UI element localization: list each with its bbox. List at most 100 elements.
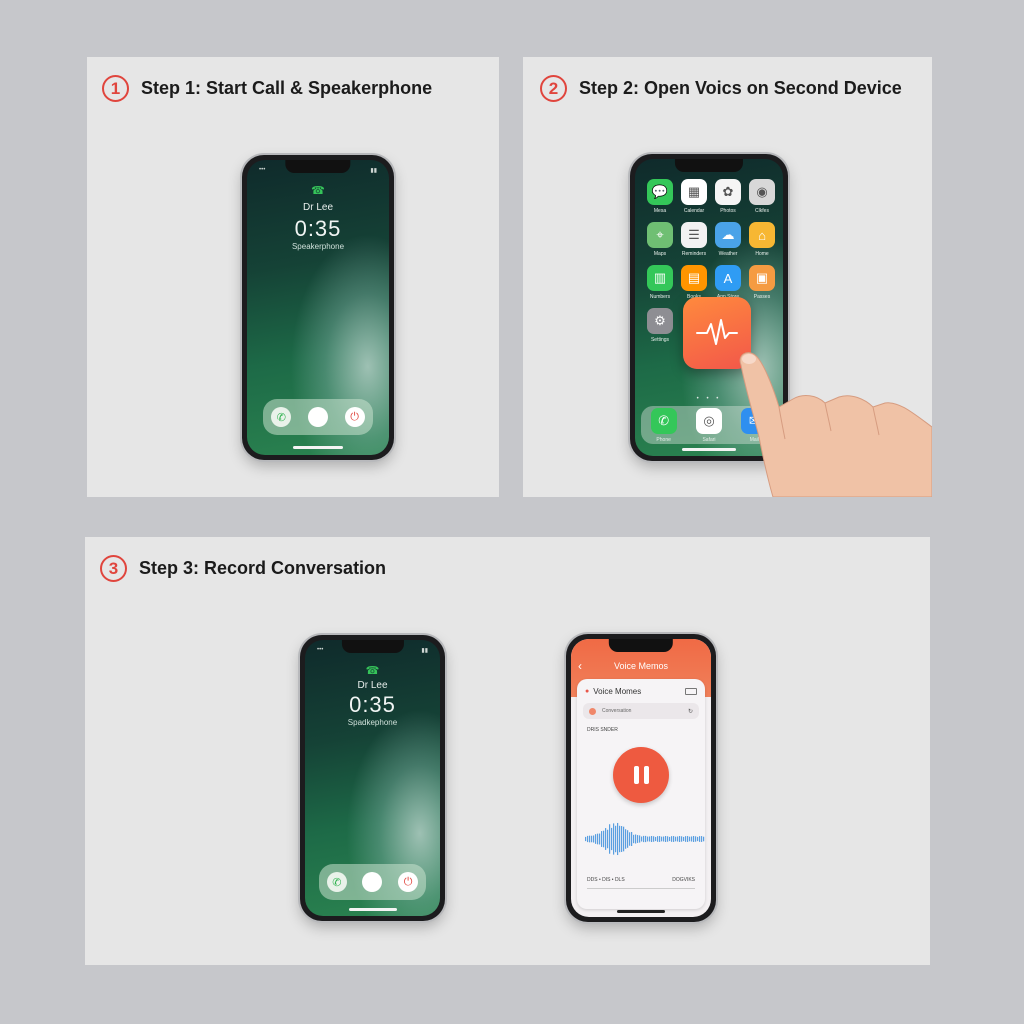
home_screen.apps-app[interactable]: ▤Books (681, 265, 707, 300)
phone-icon: ✆ (650, 407, 677, 434)
home-indicator (682, 448, 736, 451)
waveform-bar (635, 834, 637, 844)
maps-icon: ⌖ (647, 222, 673, 248)
waveform-bar (595, 834, 597, 844)
home_screen.dock-app[interactable]: ✆ Phone (650, 407, 677, 443)
home_screen.apps-app[interactable]: ⌂ Home (749, 222, 775, 257)
recording-row[interactable]: Conversation ↻ (583, 703, 699, 719)
waveform-bar (685, 836, 687, 842)
home_screen.apps-app[interactable]: ◉ Clkfes (749, 179, 775, 214)
divider (587, 888, 695, 889)
phone-call-screen: ••• ▮▮ ☎ Dr Lee 0:35 Speakerphone ✆ ⏻ (242, 155, 394, 460)
waveform-bar (647, 836, 649, 842)
battery-icon (685, 688, 697, 695)
waveform-bar (639, 835, 641, 843)
step-3-header: 3 Step 3: Record Conversation (100, 555, 386, 582)
app-label: Mesa (653, 208, 667, 214)
home_screen.apps-app[interactable]: ☁ Weather (715, 222, 741, 257)
caller-name: Dr Lee (302, 202, 333, 213)
reminders-icon: ☰ (681, 222, 707, 248)
home_screen.dock-app[interactable]: ◎ Safari (695, 407, 722, 443)
home_screen.apps-app[interactable]: ▥ Numbers (647, 265, 673, 300)
voice-memos-screen: ‹ Voice Memos ● Voice Momes Conversation… (571, 639, 711, 917)
message-icon: 💬 (647, 179, 673, 205)
home_screen.apps-app[interactable]: ☰ Reminders (681, 222, 707, 257)
waveform-bar (687, 836, 689, 842)
step-2-title: Step 2: Open Voics on Second Device (579, 78, 902, 98)
settings-icon: ⚙ (647, 308, 673, 334)
step-2-panel: 2 Step 2: Open Voics on Second Device 💬 M… (523, 57, 932, 497)
call-controls: ✆ ⏻ (319, 864, 426, 900)
home_screen.apps-app[interactable]: ⚙ Settings (647, 308, 673, 343)
waveform-bar (651, 835, 653, 843)
app-label: Clkfes (755, 208, 769, 214)
card-title: Voice Momes (593, 687, 642, 696)
waveform-bar (679, 836, 681, 842)
waveform-bar (671, 836, 673, 842)
home-indicator (617, 910, 665, 913)
waveform-bar (673, 836, 675, 842)
app-label: Maps (653, 251, 667, 257)
home_screen.apps-app[interactable]: 💬 Mesa (647, 179, 673, 214)
voice-memos-top-title: Voice Memos (613, 661, 669, 671)
waveform-bar (691, 836, 693, 842)
end-call-icon[interactable]: ⏻ (398, 872, 419, 892)
home_screen.apps-app[interactable]: ⌖ Maps (647, 222, 673, 257)
step-3-number: 3 (100, 555, 127, 582)
waveform-bar (701, 836, 703, 842)
camera-icon: ◉ (749, 179, 775, 205)
app-label: Safari (702, 436, 716, 443)
speaker-button[interactable] (362, 872, 383, 892)
app-label: Calendar (683, 208, 705, 214)
waveform-bar (627, 830, 629, 848)
step-1-number: 1 (102, 75, 129, 102)
app-label: Settings (650, 337, 670, 343)
waveform-bar (623, 826, 625, 852)
call-screen: ••• ▮▮ ☎ Dr Lee 0:35 Speakerphone ✆ ⏻ (247, 160, 389, 455)
waveform-bar (589, 835, 591, 843)
calendar-icon: ▦ (681, 179, 707, 205)
waveform-bar (669, 836, 671, 842)
app-label: Photos (720, 208, 736, 214)
app-store-icon: A (715, 265, 741, 291)
waveform-bar (703, 836, 705, 842)
home_screen.apps-app[interactable]: ▦ Calendar (681, 179, 707, 214)
notch (674, 159, 744, 172)
phone-icon[interactable]: ✆ (326, 872, 347, 892)
call-screen-2: ••• ▮▮ ☎ Dr Lee 0:35 Spadkephone ✆ ⏻ (305, 640, 440, 916)
photos-icon: ✿ (715, 179, 741, 205)
speakerphone-label: Speakerphone (291, 242, 345, 251)
waveform-bar (587, 835, 589, 843)
waveform-bar (593, 835, 595, 843)
waveform-bar (591, 835, 593, 843)
phone-voice-memos: ‹ Voice Memos ● Voice Momes Conversation… (566, 634, 716, 922)
waveform-bar (661, 836, 663, 842)
phone-icon[interactable]: ✆ (271, 407, 292, 427)
app-label: Numbers (649, 294, 671, 300)
waveform-bar (625, 829, 627, 849)
home_screen.apps-app[interactable]: AApp Store (715, 265, 741, 300)
home_screen.apps-app[interactable]: ▣ Passes (749, 265, 775, 300)
waveform-bar (609, 824, 611, 854)
speakerphone-label: Spadkephone (347, 718, 398, 727)
waveform-bar (667, 836, 669, 842)
waveform-bar (697, 836, 699, 842)
end-call-icon[interactable]: ⏻ (344, 407, 365, 427)
footer-right: DOGVIKS (672, 877, 695, 883)
waveform-bar (683, 836, 685, 842)
waveform-bar (631, 831, 633, 847)
speaker-button[interactable] (307, 407, 328, 427)
step-1-panel: 1 Step 1: Start Call & Speakerphone ••• … (87, 57, 499, 497)
home-indicator (348, 908, 397, 911)
waveform-bar (641, 836, 643, 842)
waveform-bar (621, 826, 623, 852)
waveform-bar (693, 836, 695, 842)
pause-record-button[interactable] (613, 747, 669, 803)
waveform-bar (643, 835, 645, 843)
home_screen.apps-app[interactable]: ✿ Photos (715, 179, 741, 214)
waveform-bar (585, 836, 587, 842)
status-time: ••• (259, 167, 266, 173)
waveform-bar (681, 836, 683, 842)
books-icon: ▤ (681, 265, 707, 291)
numbers-icon: ▥ (647, 265, 673, 291)
